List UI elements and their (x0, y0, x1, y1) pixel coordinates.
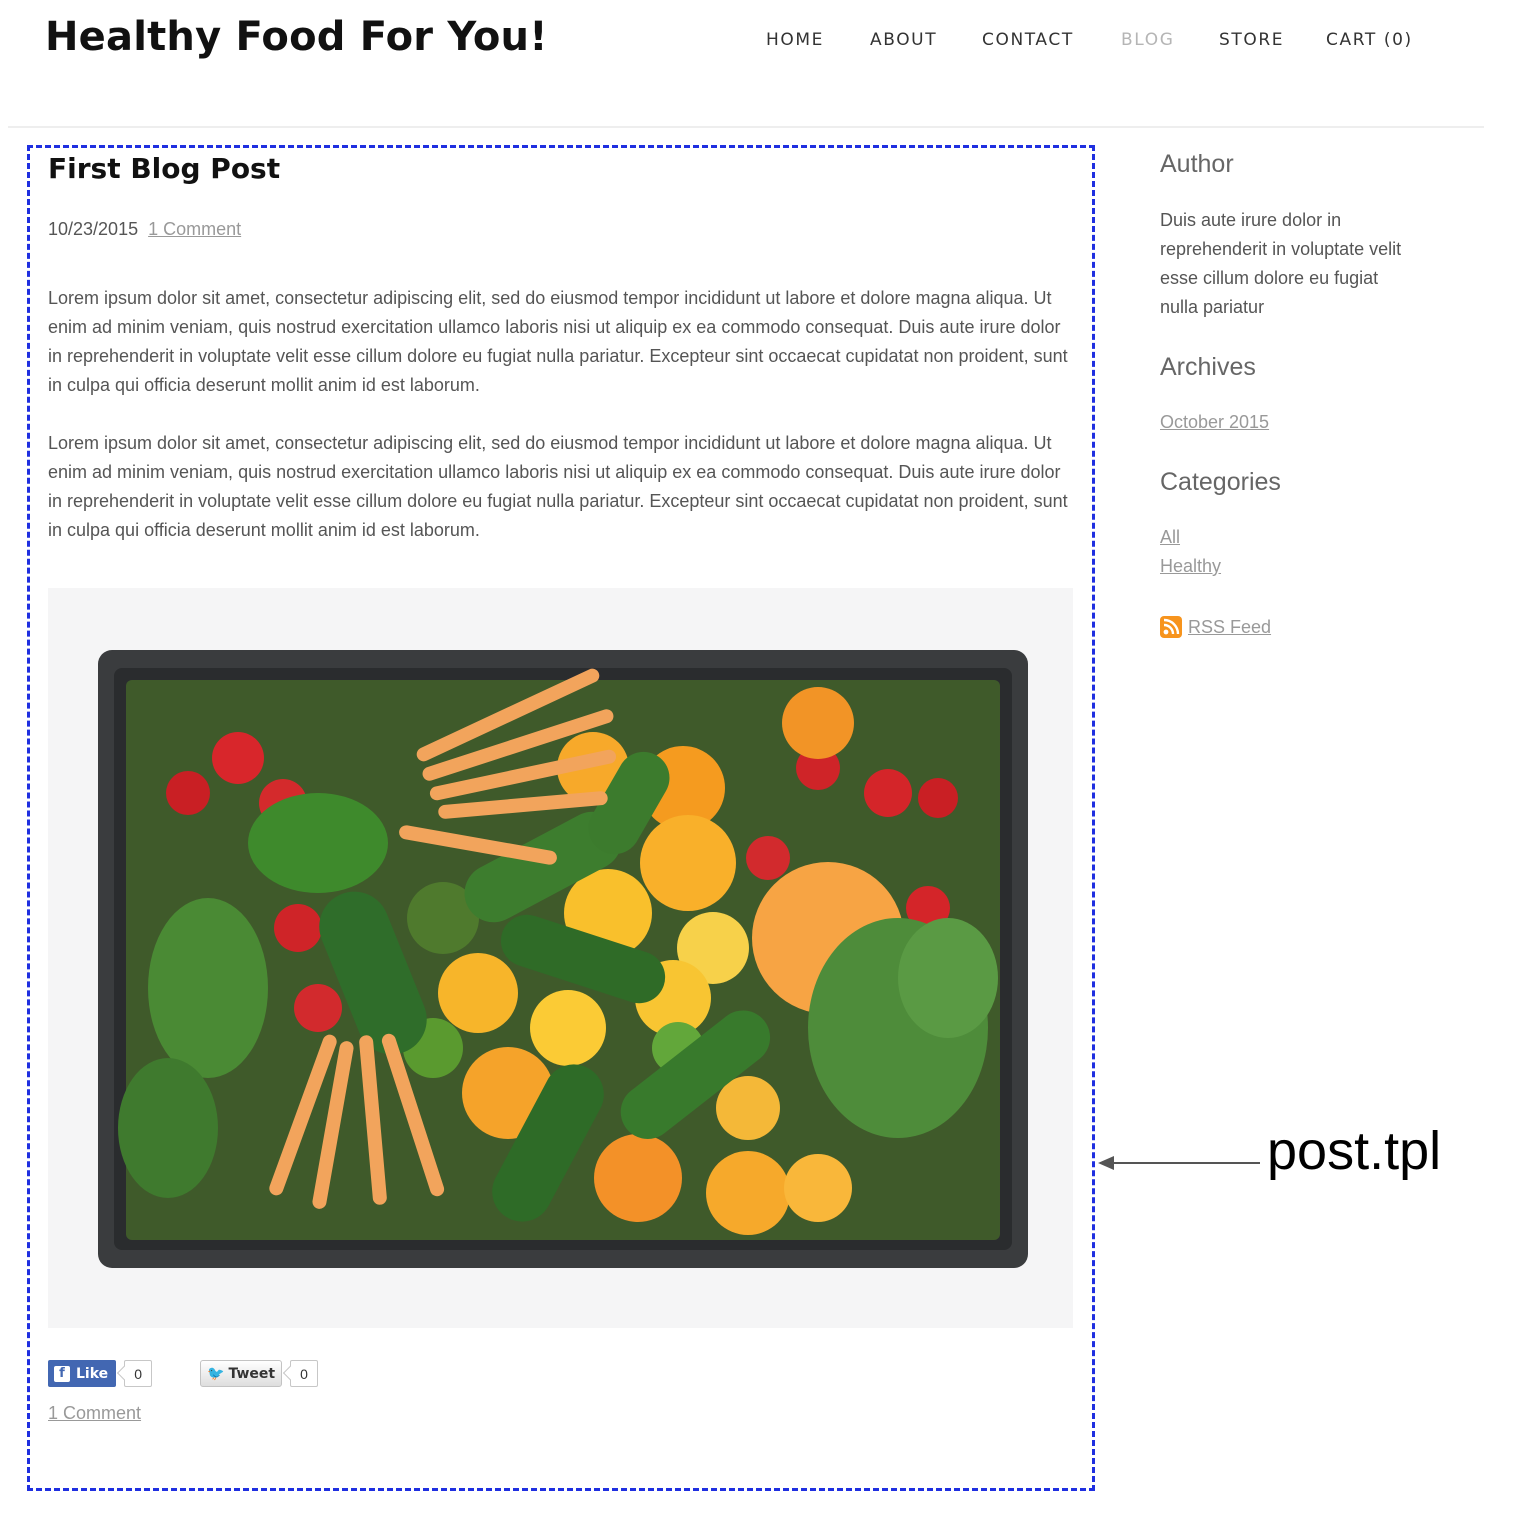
nav-store[interactable]: STORE (1219, 30, 1284, 50)
category-link-all[interactable]: All (1160, 527, 1180, 548)
facebook-like-label: Like (76, 1365, 109, 1382)
annotation-arrow-line (1100, 1162, 1260, 1164)
tweet-label: Tweet (228, 1365, 276, 1382)
post-paragraph: Lorem ipsum dolor sit amet, consectetur … (48, 288, 1068, 395)
sidebar-categories-heading: Categories (1160, 468, 1281, 496)
sidebar-author-text: Duis aute irure dolor in reprehenderit i… (1160, 210, 1402, 317)
nav-cart[interactable]: CART (0) (1326, 30, 1413, 50)
twitter-bird-icon: 🐦 (207, 1365, 225, 1382)
annotation-label: post.tpl (1267, 1121, 1442, 1181)
archive-link-october-2015[interactable]: October 2015 (1160, 412, 1269, 433)
header-divider (8, 126, 1484, 128)
nav-contact[interactable]: CONTACT (982, 30, 1074, 50)
rss-icon (1160, 616, 1182, 638)
post-image-produce-crate (48, 588, 1073, 1328)
facebook-icon: f (54, 1365, 70, 1382)
nav-home[interactable]: HOME (766, 30, 824, 50)
tweet-widget: 🐦 Tweet 0 (200, 1360, 319, 1387)
facebook-like-button[interactable]: f Like (48, 1360, 117, 1387)
sidebar-archives-heading: Archives (1160, 353, 1256, 381)
post-title[interactable]: First Blog Post (48, 152, 280, 185)
post-date: 10/23/2015 (48, 219, 139, 239)
site-title[interactable]: Healthy Food For You! (45, 14, 548, 60)
sidebar-author-heading: Author (1160, 150, 1234, 178)
post-comment-link[interactable]: 1 Comment (148, 219, 241, 239)
nav-about[interactable]: ABOUT (870, 30, 937, 50)
facebook-like-count: 0 (124, 1360, 153, 1387)
tweet-count: 0 (290, 1360, 319, 1387)
nav-blog[interactable]: BLOG (1121, 30, 1174, 50)
category-link-healthy[interactable]: Healthy (1160, 556, 1221, 577)
bottom-comment-link[interactable]: 1 Comment (48, 1403, 141, 1424)
tweet-button[interactable]: 🐦 Tweet (200, 1360, 283, 1387)
rss-feed-link[interactable]: RSS Feed (1188, 617, 1271, 638)
facebook-like-widget: f Like 0 (48, 1360, 153, 1387)
rss-feed: RSS Feed (1160, 616, 1271, 638)
produce-crate-illustration (48, 588, 1073, 1328)
post-paragraph: Lorem ipsum dolor sit amet, consectetur … (48, 433, 1068, 540)
post-meta: 10/23/2015 1 Comment (48, 219, 241, 240)
